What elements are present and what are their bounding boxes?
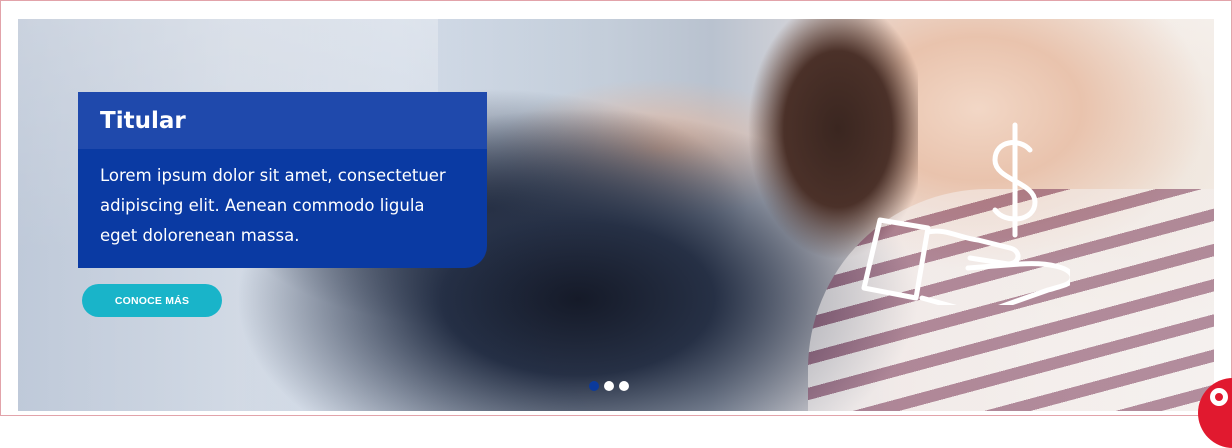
carousel-pagination	[589, 381, 629, 391]
chat-icon	[1210, 388, 1228, 406]
conoce-mas-button[interactable]: CONOCE MÁS	[82, 284, 222, 317]
carousel-dot-3[interactable]	[619, 381, 629, 391]
promo-card: Titular Lorem ipsum dolor sit amet, cons…	[78, 92, 487, 268]
promo-description: Lorem ipsum dolor sit amet, consectetuer…	[100, 166, 446, 245]
promo-card-header: Titular	[78, 92, 487, 149]
carousel-dot-1[interactable]	[589, 381, 599, 391]
promo-title: Titular	[100, 107, 186, 134]
hand-holding-dollar-icon	[861, 122, 1070, 305]
carousel-dot-2[interactable]	[604, 381, 614, 391]
